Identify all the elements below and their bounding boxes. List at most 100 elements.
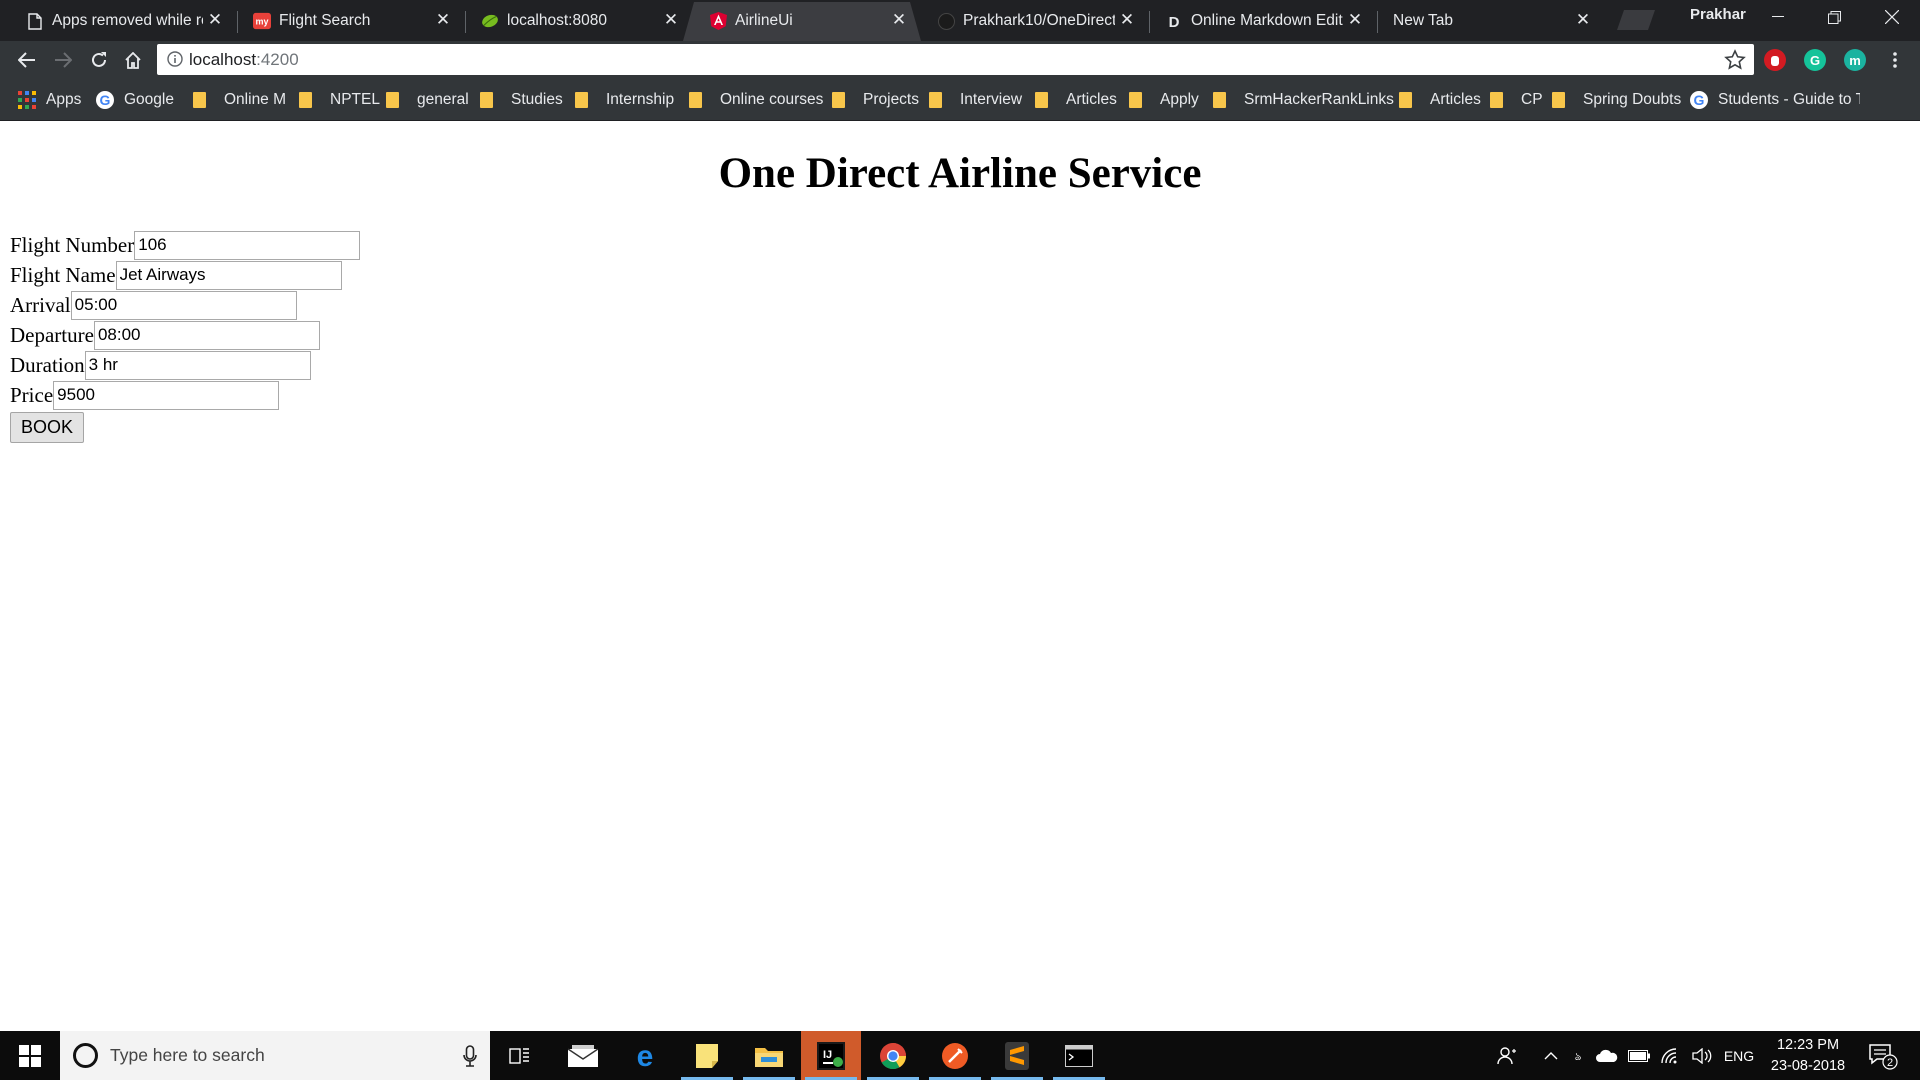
people-icon[interactable] <box>1490 1031 1524 1080</box>
restore-icon[interactable] <box>1806 0 1862 34</box>
book-button[interactable]: BOOK <box>10 412 85 443</box>
bookmark-folder-projects[interactable]: Projects <box>829 89 919 111</box>
folder-icon <box>1552 92 1565 108</box>
duration-input[interactable] <box>84 350 311 380</box>
grammarly-icon[interactable]: G <box>1804 49 1826 71</box>
chrome-menu-icon[interactable] <box>1880 45 1910 75</box>
language-indicator[interactable]: ENG <box>1720 1031 1758 1080</box>
close-icon[interactable]: ✕ <box>663 11 679 28</box>
bookmark-label: general <box>417 91 469 108</box>
departure-label: Departure <box>10 322 94 347</box>
bookmark-label: Studies <box>511 91 563 108</box>
chevron-up-icon[interactable] <box>1538 1031 1564 1080</box>
svg-text:G: G <box>100 92 111 108</box>
cortana-icon <box>73 1043 98 1068</box>
bookmark-label: NPTEL <box>330 91 380 108</box>
bookmark-label: Articles <box>1066 91 1117 108</box>
booking-form: Flight Number Flight Name Arrival Depart… <box>10 230 361 443</box>
info-icon[interactable] <box>167 51 183 67</box>
angular-icon <box>709 12 727 30</box>
bookmark-folder-online-courses[interactable]: Online courses <box>686 89 823 111</box>
bookmark-folder-internship[interactable]: Internship <box>572 89 674 111</box>
tab-apps-removed[interactable]: Apps removed while re ✕ <box>0 2 238 41</box>
bookmark-folder-general[interactable]: general <box>383 89 469 111</box>
input-method-icon[interactable]: ঌ <box>1566 1031 1590 1080</box>
tab-github[interactable]: Prakhark10/OneDirect- ✕ <box>911 2 1150 41</box>
mail-icon[interactable] <box>553 1031 613 1080</box>
flight-name-input[interactable] <box>115 260 342 290</box>
bookmark-folder-apply[interactable]: Apply <box>1126 89 1199 111</box>
bookmark-folder-online-m[interactable]: Online M <box>190 89 286 111</box>
intellij-idea-icon[interactable]: IJ <box>801 1031 861 1080</box>
sticky-notes-icon[interactable] <box>677 1031 737 1080</box>
bookmark-folder-cp[interactable]: CP <box>1487 89 1543 111</box>
new-tab-button[interactable] <box>1617 10 1655 30</box>
taskbar-search-box[interactable]: Type here to search <box>60 1031 490 1080</box>
bookmark-label: Interview <box>960 91 1023 108</box>
tab-localhost-8080[interactable]: localhost:8080 ✕ <box>455 2 694 41</box>
wifi-icon[interactable] <box>1656 1031 1686 1080</box>
departure-input[interactable] <box>93 320 320 350</box>
bookmark-label: Internship <box>606 91 675 108</box>
clock[interactable]: 12:23 PM 23-08-2018 <box>1760 1035 1856 1077</box>
tab-markdown-editor[interactable]: D Online Markdown Edito ✕ <box>1139 2 1378 41</box>
bookmark-label: Projects <box>863 91 919 108</box>
price-input[interactable] <box>53 380 280 410</box>
terminal-icon[interactable] <box>1049 1031 1109 1080</box>
page-icon <box>26 12 44 30</box>
folder-icon <box>193 92 206 108</box>
back-icon[interactable] <box>12 45 42 75</box>
tab-flight-search[interactable]: my Flight Search ✕ <box>227 2 466 41</box>
reload-icon[interactable] <box>84 45 114 75</box>
mercury-icon[interactable]: m <box>1844 49 1866 71</box>
bookmark-google[interactable]: G Google <box>96 89 174 111</box>
tab-new-tab[interactable]: New Tab ✕ <box>1367 2 1605 41</box>
postman-icon[interactable] <box>925 1031 985 1080</box>
bookmark-folder-nptel[interactable]: NPTEL <box>296 89 380 111</box>
bookmark-folder-studies[interactable]: Studies <box>477 89 563 111</box>
chrome-icon[interactable] <box>863 1031 923 1080</box>
notification-count: 2 <box>1887 1057 1893 1069</box>
close-icon[interactable]: ✕ <box>1347 11 1363 28</box>
tab-title: New Tab <box>1393 12 1454 29</box>
tab-airlineui[interactable]: AirlineUi ✕ <box>683 2 921 41</box>
bookmark-folder-interview[interactable]: Interview <box>926 89 1022 111</box>
edge-icon[interactable]: e <box>615 1031 675 1080</box>
folder-icon <box>1129 92 1142 108</box>
arrival-input[interactable] <box>70 290 297 320</box>
bookmark-folder-articles-2[interactable]: Articles <box>1396 89 1481 111</box>
battery-icon[interactable] <box>1624 1031 1654 1080</box>
close-icon[interactable]: ✕ <box>891 11 907 28</box>
action-center-icon[interactable]: 2 <box>1868 1041 1898 1071</box>
address-bar[interactable]: localhost:4200 <box>157 44 1754 75</box>
bookmark-star-icon[interactable] <box>1724 49 1746 71</box>
folder-icon <box>575 92 588 108</box>
volume-icon[interactable] <box>1688 1031 1718 1080</box>
bookmark-folder-spring-doubts[interactable]: Spring Doubts <box>1549 89 1681 111</box>
sublime-text-icon[interactable] <box>987 1031 1047 1080</box>
bookmark-students-guide[interactable]: G Students - Guide to T <box>1690 89 1860 111</box>
task-view-icon[interactable] <box>490 1031 550 1080</box>
home-icon[interactable] <box>118 45 148 75</box>
flight-number-input[interactable] <box>134 230 361 260</box>
minimize-icon[interactable] <box>1750 0 1806 34</box>
bookmark-label: Apps <box>46 91 82 108</box>
close-icon[interactable]: ✕ <box>435 11 451 28</box>
duration-label: Duration <box>10 352 85 377</box>
close-window-icon[interactable] <box>1864 0 1920 34</box>
forward-icon[interactable] <box>48 45 78 75</box>
microphone-icon[interactable] <box>462 1044 478 1068</box>
ad-blocker-icon[interactable] <box>1764 49 1786 71</box>
bookmark-folder-articles[interactable]: Articles <box>1032 89 1117 111</box>
bookmark-folder-srmhackerranklinks[interactable]: SrmHackerRankLinks <box>1210 89 1394 111</box>
bookmark-apps[interactable]: Apps <box>18 89 81 111</box>
file-explorer-icon[interactable] <box>739 1031 799 1080</box>
close-icon[interactable]: ✕ <box>1575 11 1591 28</box>
tab-title: Online Markdown Edito <box>1191 12 1343 29</box>
profile-name[interactable]: Prakhar <box>1690 6 1746 23</box>
tab-title: Flight Search <box>279 12 371 29</box>
close-icon[interactable]: ✕ <box>1119 11 1135 28</box>
onedrive-icon[interactable] <box>1592 1031 1622 1080</box>
windows-start-icon[interactable] <box>0 1031 60 1080</box>
close-icon[interactable]: ✕ <box>207 11 223 28</box>
